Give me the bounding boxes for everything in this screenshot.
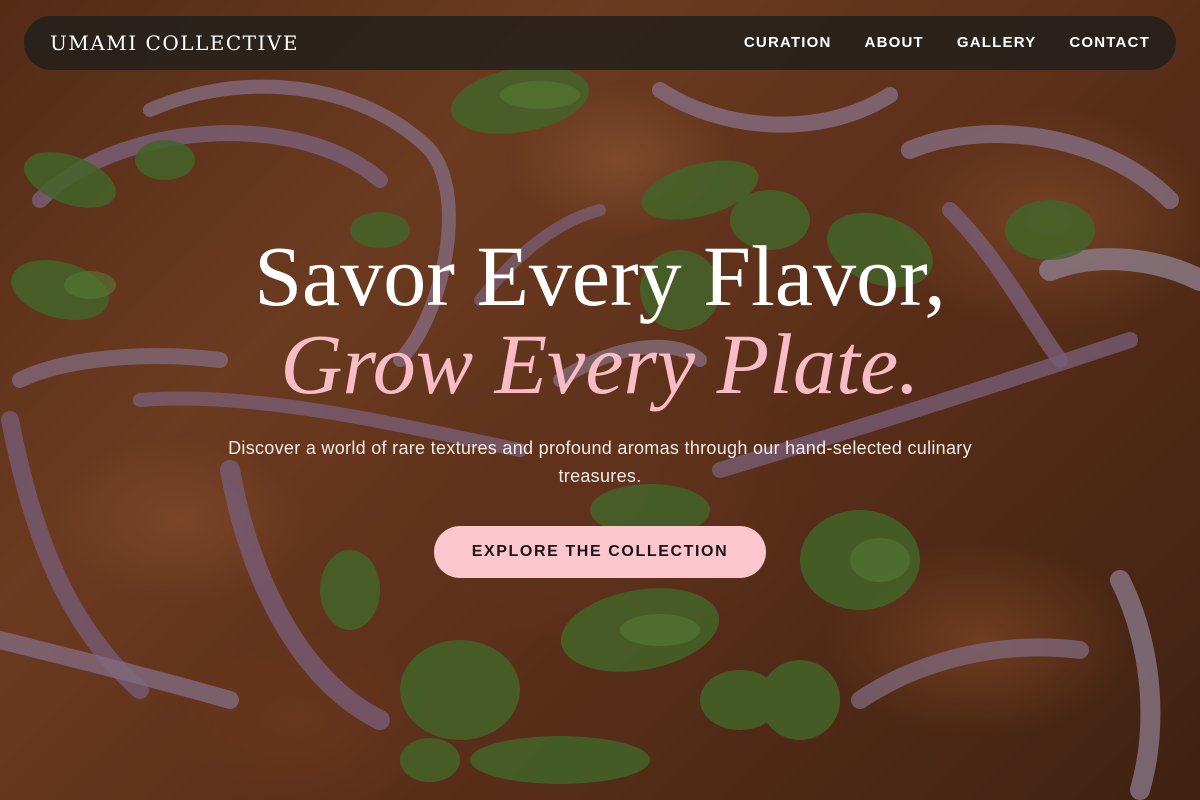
nav-item-contact: CONTACT [1069, 34, 1150, 52]
brand-logo-text[interactable]: UMAMI COLLECTIVE [50, 31, 299, 55]
nav-link-gallery[interactable]: GALLERY [957, 34, 1037, 51]
nav-link-contact[interactable]: CONTACT [1069, 34, 1150, 51]
top-navbar: UMAMI COLLECTIVE CURATION ABOUT GALLERY … [24, 16, 1176, 70]
nav-link-curation[interactable]: CURATION [744, 34, 832, 51]
hero-section: Savor Every Flavor, Grow Every Plate. Di… [0, 232, 1200, 578]
hero-subtitle: Discover a world of rare textures and pr… [228, 438, 972, 486]
hero-headline-line2: Grow Every Plate. [280, 316, 920, 412]
hero-headline: Savor Every Flavor, Grow Every Plate. [0, 232, 1200, 408]
landing-page: UMAMI COLLECTIVE CURATION ABOUT GALLERY … [0, 0, 1200, 800]
nav-item-gallery: GALLERY [957, 34, 1037, 52]
nav-item-curation: CURATION [744, 34, 832, 52]
nav-item-about: ABOUT [865, 34, 924, 52]
nav-links: CURATION ABOUT GALLERY CONTACT [744, 34, 1150, 52]
hero-headline-line1: Savor Every Flavor, [254, 228, 946, 324]
explore-collection-button[interactable]: EXPLORE THE COLLECTION [434, 526, 766, 578]
nav-link-about[interactable]: ABOUT [865, 34, 924, 51]
